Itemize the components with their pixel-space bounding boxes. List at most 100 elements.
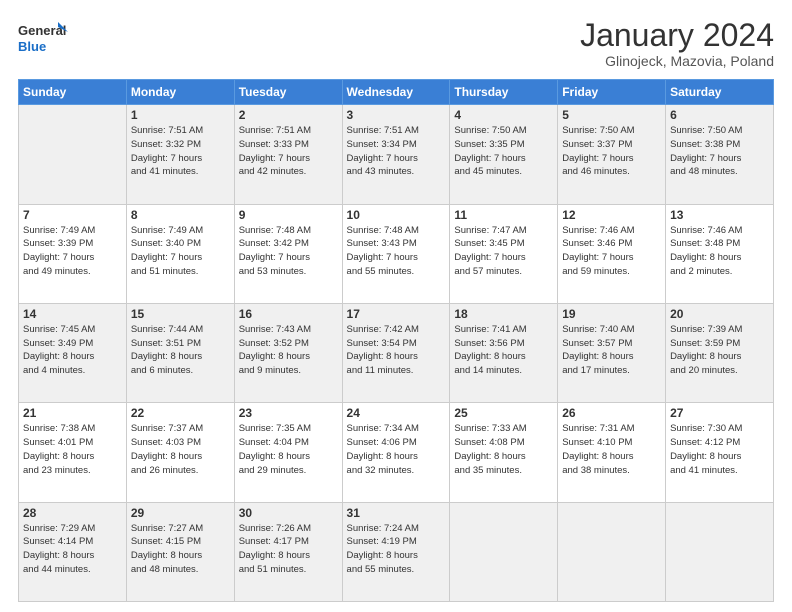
day-info: Sunrise: 7:45 AMSunset: 3:49 PMDaylight:…	[23, 323, 122, 378]
day-number: 29	[131, 506, 230, 520]
table-row: 15 Sunrise: 7:44 AMSunset: 3:51 PMDayligh…	[126, 303, 234, 402]
day-number: 9	[239, 208, 338, 222]
calendar-week-row: 1Sunrise: 7:51 AMSunset: 3:32 PMDaylight…	[19, 105, 774, 204]
col-friday: Friday	[558, 80, 666, 105]
col-thursday: Thursday	[450, 80, 558, 105]
day-info: Sunrise: 7:26 AMSunset: 4:17 PMDaylight:…	[239, 522, 338, 577]
table-row: 21Sunrise: 7:38 AMSunset: 4:01 PMDayligh…	[19, 403, 127, 502]
day-info: Sunrise: 7:46 AMSunset: 3:48 PMDaylight:…	[670, 224, 769, 279]
day-info: Sunrise: 7:39 AMSunset: 3:59 PMDaylight:…	[670, 323, 769, 378]
day-info: Sunrise: 7:48 AMSunset: 3:42 PMDaylight:…	[239, 224, 338, 279]
calendar-week-row: 28Sunrise: 7:29 AMSunset: 4:14 PMDayligh…	[19, 502, 774, 601]
table-row: 19 Sunrise: 7:40 AMSunset: 3:57 PMDayligh…	[558, 303, 666, 402]
logo: General Blue	[18, 18, 70, 58]
svg-text:Blue: Blue	[18, 39, 46, 54]
day-number: 8	[131, 208, 230, 222]
header-row: Sunday Monday Tuesday Wednesday Thursday…	[19, 80, 774, 105]
day-number: 30	[239, 506, 338, 520]
day-info: Sunrise: 7:30 AMSunset: 4:12 PMDaylight:…	[670, 422, 769, 477]
day-number: 3	[347, 108, 446, 122]
day-info: Sunrise: 7:33 AMSunset: 4:08 PMDaylight:…	[454, 422, 553, 477]
day-number: 7	[23, 208, 122, 222]
table-row: 5Sunrise: 7:50 AMSunset: 3:37 PMDaylight…	[558, 105, 666, 204]
day-number: 10	[347, 208, 446, 222]
table-row: 10 Sunrise: 7:48 AMSunset: 3:43 PMDayligh…	[342, 204, 450, 303]
table-row: 16 Sunrise: 7:43 AMSunset: 3:52 PMDayligh…	[234, 303, 342, 402]
table-row: 31 Sunrise: 7:24 AMSunset: 4:19 PMDayligh…	[342, 502, 450, 601]
day-number: 11	[454, 208, 553, 222]
day-number: 22	[131, 406, 230, 420]
day-number: 4	[454, 108, 553, 122]
table-row: 22 Sunrise: 7:37 AMSunset: 4:03 PMDayligh…	[126, 403, 234, 502]
table-row: 8 Sunrise: 7:49 AMSunset: 3:40 PMDaylight…	[126, 204, 234, 303]
col-tuesday: Tuesday	[234, 80, 342, 105]
col-monday: Monday	[126, 80, 234, 105]
table-row: 1Sunrise: 7:51 AMSunset: 3:32 PMDaylight…	[126, 105, 234, 204]
table-row: 30 Sunrise: 7:26 AMSunset: 4:17 PMDayligh…	[234, 502, 342, 601]
day-info: Sunrise: 7:42 AMSunset: 3:54 PMDaylight:…	[347, 323, 446, 378]
table-row: 20 Sunrise: 7:39 AMSunset: 3:59 PMDayligh…	[666, 303, 774, 402]
day-info: Sunrise: 7:24 AMSunset: 4:19 PMDaylight:…	[347, 522, 446, 577]
table-row: 17 Sunrise: 7:42 AMSunset: 3:54 PMDayligh…	[342, 303, 450, 402]
day-number: 20	[670, 307, 769, 321]
table-row: 18 Sunrise: 7:41 AMSunset: 3:56 PMDayligh…	[450, 303, 558, 402]
day-number: 18	[454, 307, 553, 321]
day-number: 12	[562, 208, 661, 222]
day-number: 16	[239, 307, 338, 321]
day-number: 5	[562, 108, 661, 122]
table-row: 9 Sunrise: 7:48 AMSunset: 3:42 PMDaylight…	[234, 204, 342, 303]
calendar-week-row: 14Sunrise: 7:45 AMSunset: 3:49 PMDayligh…	[19, 303, 774, 402]
table-row: 29Sunrise: 7:27 AMSunset: 4:15 PMDayligh…	[126, 502, 234, 601]
day-info: Sunrise: 7:34 AMSunset: 4:06 PMDaylight:…	[347, 422, 446, 477]
day-info: Sunrise: 7:49 AMSunset: 3:40 PMDaylight:…	[131, 224, 230, 279]
day-number: 17	[347, 307, 446, 321]
col-wednesday: Wednesday	[342, 80, 450, 105]
table-row: 28Sunrise: 7:29 AMSunset: 4:14 PMDayligh…	[19, 502, 127, 601]
day-number: 6	[670, 108, 769, 122]
day-info: Sunrise: 7:41 AMSunset: 3:56 PMDaylight:…	[454, 323, 553, 378]
table-row: 2Sunrise: 7:51 AMSunset: 3:33 PMDaylight…	[234, 105, 342, 204]
day-info: Sunrise: 7:48 AMSunset: 3:43 PMDaylight:…	[347, 224, 446, 279]
table-row	[558, 502, 666, 601]
day-info: Sunrise: 7:44 AMSunset: 3:51 PMDaylight:…	[131, 323, 230, 378]
calendar-week-row: 7 Sunrise: 7:49 AMSunset: 3:39 PMDaylight…	[19, 204, 774, 303]
day-info: Sunrise: 7:49 AMSunset: 3:39 PMDaylight:…	[23, 224, 122, 279]
table-row: 26Sunrise: 7:31 AMSunset: 4:10 PMDayligh…	[558, 403, 666, 502]
day-number: 19	[562, 307, 661, 321]
table-row: 7 Sunrise: 7:49 AMSunset: 3:39 PMDaylight…	[19, 204, 127, 303]
page: General Blue January 2024 Glinojeck, Maz…	[0, 0, 792, 612]
header: General Blue January 2024 Glinojeck, Maz…	[18, 18, 774, 69]
day-number: 24	[347, 406, 446, 420]
day-number: 27	[670, 406, 769, 420]
table-row: 25 Sunrise: 7:33 AMSunset: 4:08 PMDayligh…	[450, 403, 558, 502]
table-row: 14Sunrise: 7:45 AMSunset: 3:49 PMDayligh…	[19, 303, 127, 402]
col-saturday: Saturday	[666, 80, 774, 105]
day-info: Sunrise: 7:51 AMSunset: 3:33 PMDaylight:…	[239, 124, 338, 179]
table-row: 3Sunrise: 7:51 AMSunset: 3:34 PMDaylight…	[342, 105, 450, 204]
subtitle: Glinojeck, Mazovia, Poland	[580, 53, 774, 69]
table-row	[450, 502, 558, 601]
table-row	[666, 502, 774, 601]
table-row: 12Sunrise: 7:46 AMSunset: 3:46 PMDayligh…	[558, 204, 666, 303]
calendar-week-row: 21Sunrise: 7:38 AMSunset: 4:01 PMDayligh…	[19, 403, 774, 502]
day-info: Sunrise: 7:51 AMSunset: 3:32 PMDaylight:…	[131, 124, 230, 179]
day-info: Sunrise: 7:47 AMSunset: 3:45 PMDaylight:…	[454, 224, 553, 279]
day-info: Sunrise: 7:35 AMSunset: 4:04 PMDaylight:…	[239, 422, 338, 477]
col-sunday: Sunday	[19, 80, 127, 105]
day-number: 31	[347, 506, 446, 520]
day-number: 23	[239, 406, 338, 420]
day-number: 26	[562, 406, 661, 420]
day-number: 25	[454, 406, 553, 420]
day-number: 15	[131, 307, 230, 321]
table-row	[19, 105, 127, 204]
day-info: Sunrise: 7:37 AMSunset: 4:03 PMDaylight:…	[131, 422, 230, 477]
month-title: January 2024	[580, 18, 774, 53]
table-row: 13 Sunrise: 7:46 AMSunset: 3:48 PMDayligh…	[666, 204, 774, 303]
logo-svg: General Blue	[18, 18, 70, 58]
day-info: Sunrise: 7:50 AMSunset: 3:35 PMDaylight:…	[454, 124, 553, 179]
day-info: Sunrise: 7:43 AMSunset: 3:52 PMDaylight:…	[239, 323, 338, 378]
day-number: 13	[670, 208, 769, 222]
table-row: 11 Sunrise: 7:47 AMSunset: 3:45 PMDayligh…	[450, 204, 558, 303]
day-info: Sunrise: 7:40 AMSunset: 3:57 PMDaylight:…	[562, 323, 661, 378]
table-row: 24 Sunrise: 7:34 AMSunset: 4:06 PMDayligh…	[342, 403, 450, 502]
